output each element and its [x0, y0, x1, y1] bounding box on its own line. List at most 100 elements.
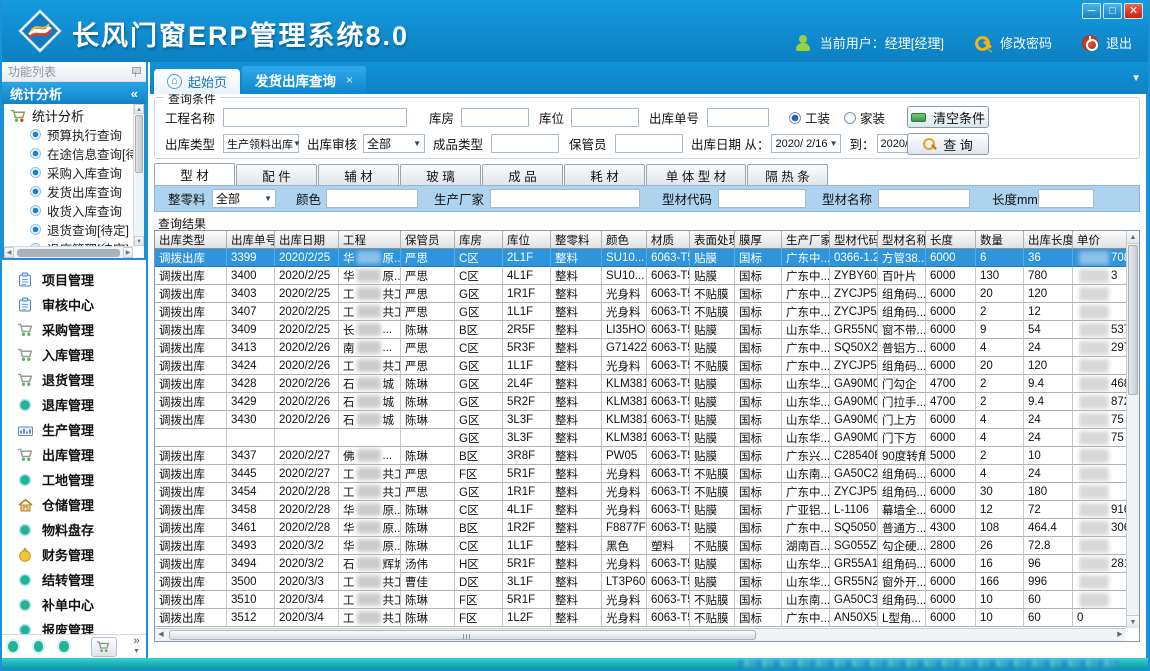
sidebar-module[interactable]: 生产管理: [2, 417, 146, 442]
table-row[interactable]: 调拨出库33992020/2/25华原...严思C区2L1F整料SU10...6…: [155, 249, 1126, 267]
column-header[interactable]: 出库类型: [155, 231, 227, 249]
sidebar-module[interactable]: 补单中心: [2, 592, 146, 617]
material-tab[interactable]: 成 品: [482, 164, 563, 185]
column-header[interactable]: 出库长度: [1024, 231, 1073, 249]
scroll-up-icon[interactable]: ▲: [134, 104, 144, 114]
table-row[interactable]: 调拨出库34612020/2/28华原...陈琳B区1R2F整料F8877FT6…: [155, 519, 1126, 537]
tree-horizontal-scrollbar[interactable]: ◀ ▶: [4, 246, 133, 258]
table-row[interactable]: 调拨出库34002020/2/25华原...严思C区4L1F整料SU10...6…: [155, 267, 1126, 285]
table-row[interactable]: 调拨出库34032020/2/25工共工程严思G区1R1F整料光身料6063-T…: [155, 285, 1126, 303]
table-row[interactable]: 调拨出库34942020/3/2石辉城汤伟H区5R1F整料光身料6063-T5贴…: [155, 555, 1126, 573]
module-dot-icon[interactable]: [59, 641, 69, 652]
table-row[interactable]: 调拨出库34242020/2/26工共工程严思G区1L1F整料光身料6063-T…: [155, 357, 1126, 375]
column-header[interactable]: 材质: [647, 231, 690, 249]
column-header[interactable]: 单价: [1073, 231, 1126, 249]
logout-link[interactable]: 退出: [1106, 33, 1132, 52]
column-header[interactable]: 数量: [976, 231, 1024, 249]
scroll-left-icon[interactable]: ◀: [4, 247, 14, 258]
tree-item[interactable]: 收货入库查询: [10, 201, 133, 220]
out-type-select[interactable]: 生产领料出库▼: [223, 134, 299, 153]
sidebar-module[interactable]: 仓储管理: [2, 492, 146, 517]
column-header[interactable]: 整零料: [551, 231, 602, 249]
column-header[interactable]: 出库日期: [275, 231, 339, 249]
part-select[interactable]: 全部▼: [212, 189, 276, 208]
sidebar-module[interactable]: 项目管理: [2, 267, 146, 292]
search-button[interactable]: 查 询: [907, 133, 989, 155]
tab-overflow-caret-icon[interactable]: ▼: [1131, 73, 1141, 84]
sidebar-module[interactable]: 采购管理: [2, 317, 146, 342]
scrollbar-thumb[interactable]: [169, 630, 756, 640]
scroll-down-icon[interactable]: ▼: [134, 236, 144, 246]
sidebar-module[interactable]: 工地管理: [2, 467, 146, 492]
audit-select[interactable]: 全部▼: [363, 134, 425, 153]
scroll-down-icon[interactable]: ▼: [1127, 615, 1139, 628]
table-row[interactable]: 调拨出库34452020/2/27工共工程严思F区5R1F整料光身料6063-T…: [155, 465, 1126, 483]
module-dot-icon[interactable]: [8, 641, 18, 652]
sidebar-module[interactable]: 出库管理: [2, 442, 146, 467]
clear-conditions-button[interactable]: 清空条件: [907, 106, 989, 128]
tree-item[interactable]: 预算执行查询: [10, 125, 133, 144]
material-tab[interactable]: 型 材: [154, 163, 235, 185]
column-header[interactable]: 工程: [339, 231, 401, 249]
sidebar-module[interactable]: 审核中心: [2, 292, 146, 317]
table-row[interactable]: 调拨出库34072020/2/25工共工程严思G区1L1F整料光身料6063-T…: [155, 303, 1126, 321]
column-header[interactable]: 型材代码: [830, 231, 878, 249]
scrollbar-thumb[interactable]: [17, 249, 120, 257]
order-no-input[interactable]: [707, 108, 769, 127]
sidebar-module[interactable]: 退库管理: [2, 392, 146, 417]
column-header[interactable]: 出库单号: [227, 231, 275, 249]
table-row[interactable]: 调拨出库34302020/2/26石城陈琳G区3L3F整料KLM38176063…: [155, 411, 1126, 429]
change-password-link[interactable]: 修改密码: [1000, 33, 1052, 52]
code-input[interactable]: [718, 189, 806, 208]
pin-icon[interactable]: [131, 66, 140, 77]
close-button[interactable]: ✕: [1124, 3, 1143, 19]
table-row[interactable]: 调拨出库34282020/2/26石城陈琳G区2L4F整料KLM38176063…: [155, 375, 1126, 393]
column-header[interactable]: 表面处理: [690, 231, 735, 249]
scroll-right-icon[interactable]: ▶: [123, 247, 133, 258]
tab-close-icon[interactable]: ×: [346, 73, 353, 87]
column-header[interactable]: 生产厂家: [782, 231, 830, 249]
column-header[interactable]: 保管员: [401, 231, 455, 249]
scroll-left-icon[interactable]: ◀: [155, 629, 167, 641]
tab-shipment-query[interactable]: 发货出库查询 ×: [242, 66, 366, 94]
sidebar-module[interactable]: 报废管理: [2, 617, 146, 634]
material-tab[interactable]: 辅 材: [318, 164, 399, 185]
material-tab[interactable]: 单 体 型 材: [646, 164, 746, 185]
column-header[interactable]: 膜厚: [735, 231, 782, 249]
tab-home[interactable]: ⌂ 起始页: [154, 69, 240, 94]
table-horizontal-scrollbar[interactable]: ◀ ▶: [155, 628, 1126, 641]
name-input[interactable]: [878, 189, 970, 208]
column-header[interactable]: 库房: [455, 231, 503, 249]
product-type-input[interactable]: [491, 134, 559, 153]
table-row[interactable]: 调拨出库34582020/2/28华原...陈琳C区4L1F整料光身料6063-…: [155, 501, 1126, 519]
tree-item[interactable]: 退货查询[待定]: [10, 220, 133, 239]
tree-vertical-scrollbar[interactable]: ▲ ▼: [133, 104, 144, 246]
scrollbar-thumb[interactable]: [135, 115, 143, 173]
table-row[interactable]: 调拨出库35002020/3/3工共工程曹佳D区3L1F整料LT3P606063…: [155, 573, 1126, 591]
scrollbar-thumb[interactable]: [1128, 245, 1138, 395]
table-row[interactable]: 调拨出库34372020/2/27佛...陈琳B区3R8F整料PW056063-…: [155, 447, 1126, 465]
material-tab[interactable]: 隔 热 条: [747, 164, 828, 185]
column-header[interactable]: 库位: [503, 231, 551, 249]
warehouse-input[interactable]: [461, 108, 529, 127]
table-vertical-scrollbar[interactable]: ▲ ▼: [1126, 231, 1139, 628]
scroll-up-icon[interactable]: ▲: [1127, 231, 1139, 244]
collapse-icon[interactable]: «: [131, 86, 138, 101]
location-input[interactable]: [571, 108, 639, 127]
date-from-select[interactable]: 2020/ 2/16▼: [771, 134, 841, 153]
tree-root[interactable]: 统计分析: [10, 106, 133, 125]
table-row[interactable]: 调拨出库34292020/2/26石城陈琳G区5R2F整料KLM38176063…: [155, 393, 1126, 411]
tree-item[interactable]: 发货出库查询: [10, 182, 133, 201]
scroll-right-icon[interactable]: ▶: [1114, 629, 1126, 641]
length-input[interactable]: [1038, 189, 1094, 208]
table-row[interactable]: 调拨出库34092020/2/25长...陈琳B区2R5F整料LI35HO606…: [155, 321, 1126, 339]
radio-industrial[interactable]: 工装: [789, 108, 830, 127]
sidebar-module[interactable]: 财务管理: [2, 542, 146, 567]
sidebar-module[interactable]: 退货管理: [2, 367, 146, 392]
radio-home-decor[interactable]: 家装: [844, 108, 885, 127]
tree-item[interactable]: 采购入库查询: [10, 163, 133, 182]
column-header[interactable]: 型材名称: [878, 231, 926, 249]
statistics-section-header[interactable]: 统计分析 «: [2, 82, 146, 104]
module-dot-icon[interactable]: [34, 641, 44, 652]
more-modules-button[interactable]: »▼: [133, 637, 140, 656]
